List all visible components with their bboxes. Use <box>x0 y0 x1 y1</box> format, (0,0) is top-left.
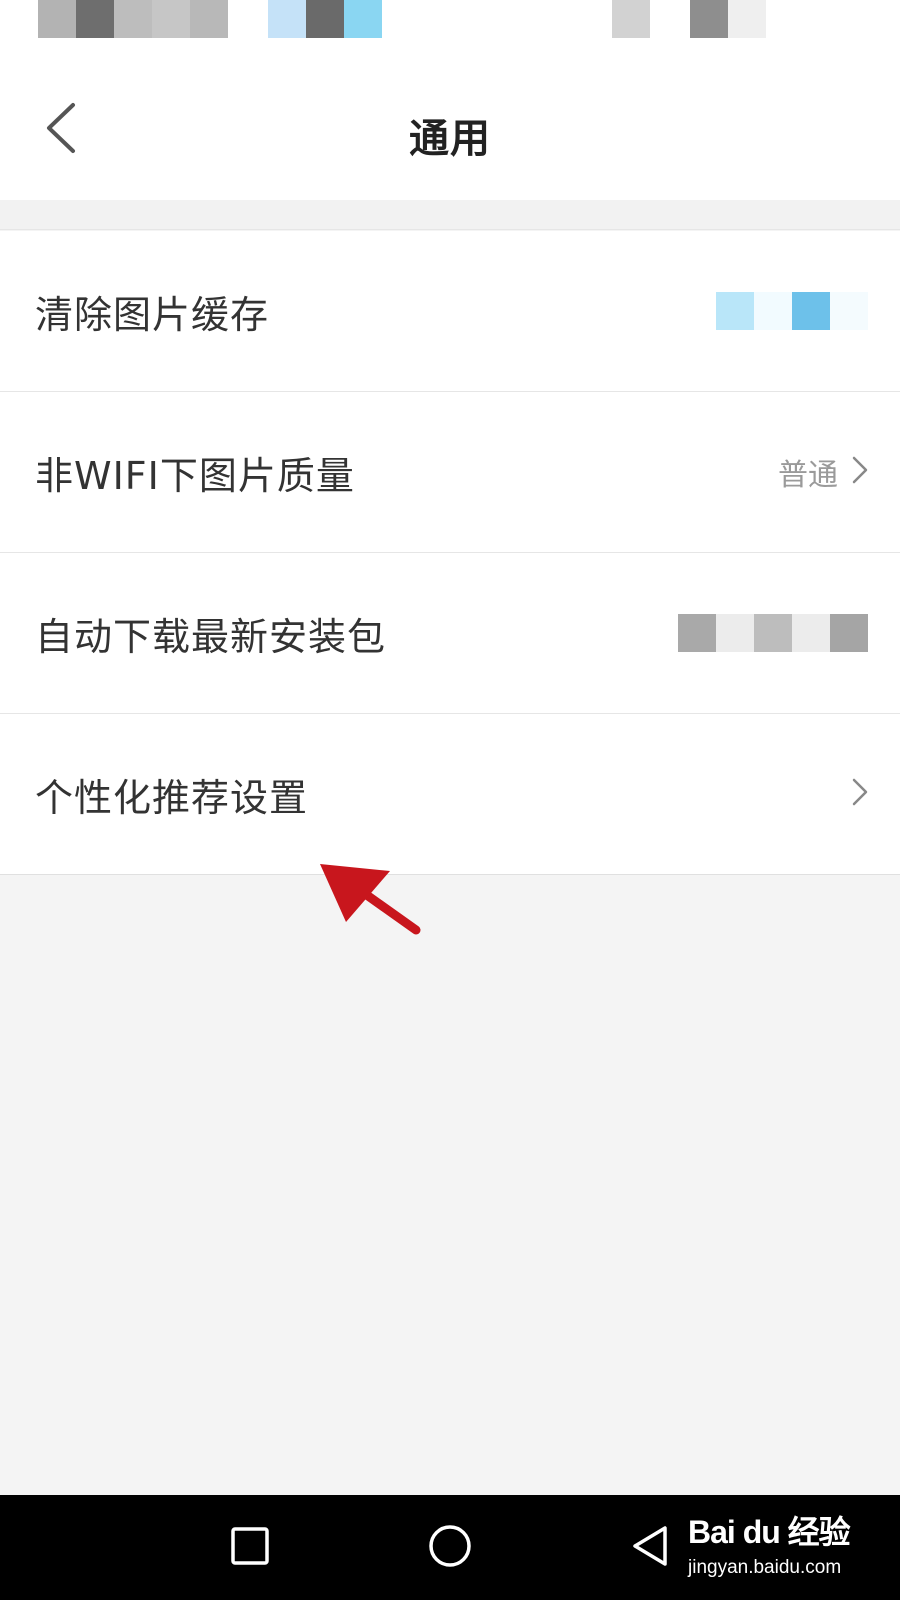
triangle-back-icon <box>630 1524 670 1572</box>
pixelated-status-block <box>38 0 76 38</box>
system-navigation-bar: Bai du 经验 jingyan.baidu.com <box>0 1495 900 1600</box>
cache-size-value <box>716 231 868 391</box>
watermark-url: jingyan.baidu.com <box>688 1557 842 1578</box>
pixelated-toggle <box>678 614 868 652</box>
nav-back-button[interactable] <box>625 1523 675 1573</box>
setting-clear-image-cache[interactable]: 清除图片缓存 <box>0 231 900 392</box>
baidu-jingyan-watermark: Bai du 经验 jingyan.baidu.com <box>688 1507 851 1579</box>
chevron-right-icon <box>852 778 868 810</box>
pixelated-status-block <box>268 0 306 38</box>
pixelated-status-block <box>344 0 382 38</box>
setting-label: 自动下载最新安装包 <box>35 614 387 659</box>
watermark-logo: Bai du 经验 <box>688 1514 851 1550</box>
pixelated-status-block <box>306 0 344 38</box>
setting-label: 清除图片缓存 <box>35 292 270 337</box>
section-divider <box>0 200 900 230</box>
setting-label: 非WIFI下图片质量 <box>35 453 355 498</box>
recent-apps-button[interactable] <box>225 1523 275 1573</box>
pixelated-status-block <box>190 0 228 38</box>
pixelated-value <box>716 292 868 330</box>
circle-icon <box>428 1524 472 1572</box>
top-app-bar: 通用 <box>0 60 900 200</box>
pixelated-status-block <box>690 0 728 38</box>
settings-list: 清除图片缓存 非WIFI下图片质量 普通 自动下载最新安装包 个性化推荐设置 <box>0 231 900 875</box>
pixelated-status-block <box>76 0 114 38</box>
annotation-arrow-icon <box>318 862 428 946</box>
setting-non-wifi-image-quality[interactable]: 非WIFI下图片质量 普通 <box>0 392 900 553</box>
toggle-switch[interactable] <box>678 553 868 713</box>
status-bar <box>0 0 900 60</box>
setting-personalized-recommendation[interactable]: 个性化推荐设置 <box>0 714 900 875</box>
home-button[interactable] <box>425 1523 475 1573</box>
square-icon <box>230 1526 270 1570</box>
pixelated-status-block <box>612 0 650 38</box>
pixelated-status-block <box>114 0 152 38</box>
setting-label: 个性化推荐设置 <box>35 775 309 820</box>
pixelated-status-block <box>152 0 190 38</box>
pixelated-status-block <box>728 0 766 38</box>
setting-value: 普通 <box>778 458 838 493</box>
setting-auto-download-package[interactable]: 自动下载最新安装包 <box>0 553 900 714</box>
page-title: 通用 <box>409 116 491 162</box>
chevron-right-icon <box>852 456 868 488</box>
